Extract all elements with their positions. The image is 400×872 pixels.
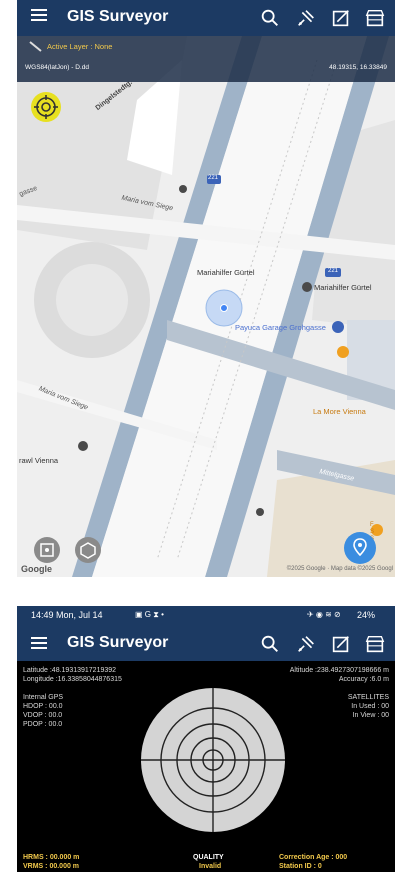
- altitude-value: Altitude :238.4927307198666 m: [289, 667, 389, 674]
- crs-label: WGS84(latJon) - D.dd: [25, 64, 89, 71]
- poi-label[interactable]: Mariahilfer Gürtel: [197, 268, 255, 277]
- edit-square-icon[interactable]: [330, 7, 352, 29]
- add-polygon-icon: [80, 542, 96, 559]
- layer-info-bar: Active Layer : None WGS84(latJon) - D.dd…: [17, 36, 395, 82]
- app-title: GIS Surveyor: [67, 8, 169, 25]
- store-icon[interactable]: [364, 7, 386, 29]
- correction-age-value: Correction Age : 000: [279, 854, 348, 861]
- top-app-bar: GIS Surveyor: [17, 0, 395, 36]
- battery-level: 24%: [357, 610, 376, 620]
- poi-label[interactable]: Payuca Garage Grohgasse: [235, 323, 326, 332]
- satellite-icon[interactable]: [295, 633, 317, 655]
- longitude-value: Longitude :16.33858044876315: [23, 676, 122, 683]
- add-point-icon: [40, 543, 54, 557]
- in-used-value: In Used : 00: [351, 703, 389, 710]
- poi-label[interactable]: rawl Vienna: [19, 456, 58, 465]
- vrms-value: VRMS : 00.000 m: [23, 863, 80, 870]
- add-point-button[interactable]: [34, 537, 60, 563]
- status-time: 14:49 Mon, Jul 14: [31, 610, 103, 620]
- quality-value: Invalid: [199, 863, 222, 870]
- vdop-value: VDOP : 00.0: [23, 712, 63, 719]
- accuracy-value: Accuracy :6.0 m: [338, 676, 389, 683]
- google-logo: Google: [21, 564, 52, 574]
- satellites-heading: SATELLITES: [347, 694, 389, 701]
- pdop-value: PDOP : 00.0: [23, 721, 63, 728]
- store-icon[interactable]: [364, 633, 386, 655]
- gnss-info-screen: 14:49 Mon, Jul 14 ▣ G ⧗ • ✈ ◉ ≋ ⊘ 24% GI…: [17, 606, 395, 872]
- satellite-icon[interactable]: [295, 7, 317, 29]
- route-badge: 221: [328, 268, 339, 274]
- ruler-icon: [29, 41, 42, 52]
- sky-plot: [141, 688, 285, 832]
- app-title: GIS Surveyor: [67, 634, 169, 651]
- hrms-value: HRMS : 00.000 m: [23, 854, 80, 861]
- quality-label: QUALITY: [193, 854, 224, 861]
- latitude-value: Latitude :48.19313917219392: [23, 667, 117, 674]
- hdop-value: HDOP : 00.0: [23, 703, 63, 710]
- station-id-value: Station ID : 0: [279, 863, 322, 870]
- route-badge: 221: [208, 175, 219, 181]
- notification-icons: ▣ G ⧗ •: [135, 610, 164, 619]
- map-screen: Dingelstedtg. gasse Maria vom Siege 221 …: [17, 0, 395, 577]
- active-layer-label[interactable]: Active Layer : None: [47, 42, 112, 51]
- poi-label[interactable]: La More Vienna: [313, 407, 366, 416]
- gps-source: Internal GPS: [23, 694, 64, 701]
- menu-icon[interactable]: [31, 9, 47, 21]
- status-bar: 14:49 Mon, Jul 14 ▣ G ⧗ • ✈ ◉ ≋ ⊘ 24%: [17, 606, 395, 625]
- location-pin-icon: [353, 538, 367, 557]
- top-app-bar: GIS Surveyor: [17, 625, 395, 661]
- coordinate-readout: 48.19315, 16.33849: [329, 64, 387, 71]
- map-copyright[interactable]: ©2025 Google · Map data ©2025 Googl: [287, 566, 393, 572]
- menu-icon[interactable]: [31, 637, 47, 649]
- target-icon: [34, 95, 58, 119]
- search-icon[interactable]: [259, 7, 281, 29]
- location-pin-fab[interactable]: [344, 532, 376, 564]
- in-view-value: In View : 00: [352, 712, 389, 719]
- edit-square-icon[interactable]: [330, 633, 352, 655]
- system-icons: ✈ ◉ ≋ ⊘: [307, 610, 341, 619]
- search-icon[interactable]: [259, 633, 281, 655]
- locate-target-button[interactable]: [31, 92, 61, 122]
- add-polygon-button[interactable]: [75, 537, 101, 563]
- poi-label[interactable]: Mariahilfer Gürtel: [314, 283, 372, 292]
